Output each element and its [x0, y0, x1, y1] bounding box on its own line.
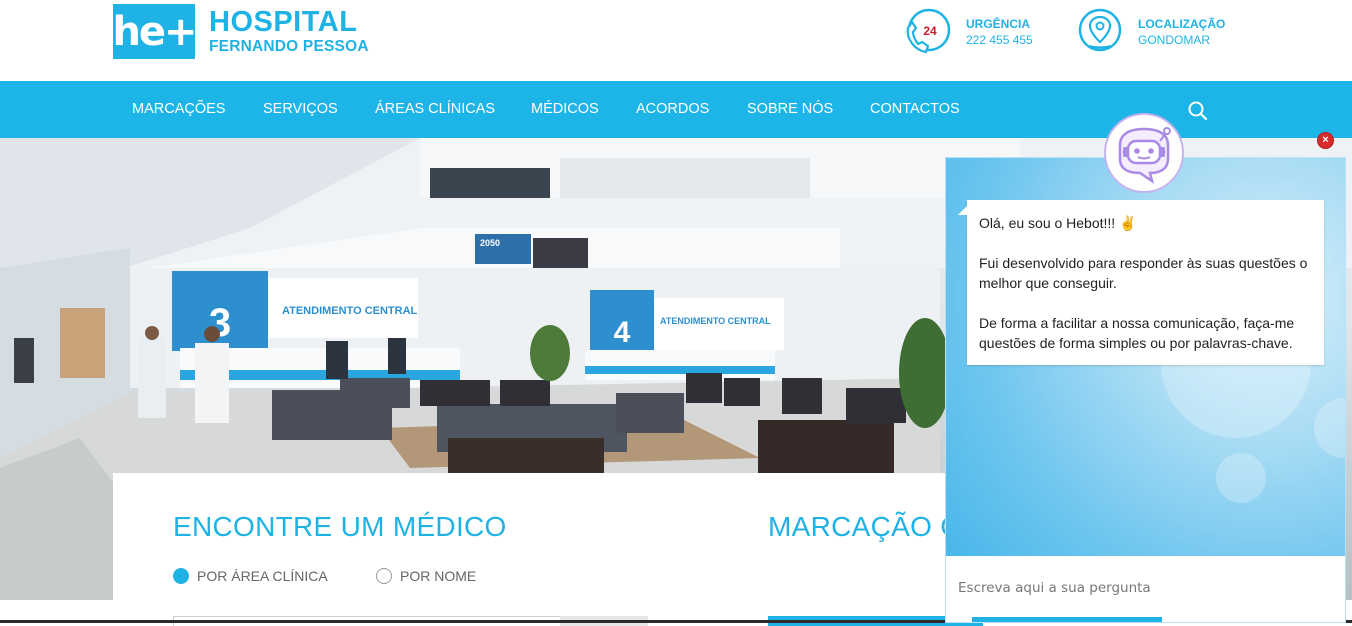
chat-background: Olá, eu sou o Hebot!!! ✌ Fui desenvolvid…: [946, 158, 1345, 556]
hospital-logo[interactable]: he+ HOSPITAL FERNANDO PESSOA: [112, 4, 369, 59]
chat-bg-bokeh: [1314, 398, 1345, 458]
nav-item-areas-clinicas[interactable]: ÁREAS CLÍNICAS: [375, 81, 495, 138]
logo-text: HOSPITAL FERNANDO PESSOA: [209, 8, 369, 55]
robot-chat-icon[interactable]: [1104, 113, 1184, 193]
map-pin-icon: [1076, 8, 1124, 56]
radio-by-name[interactable]: POR NOME: [376, 568, 476, 584]
chat-message-bubble: Olá, eu sou o Hebot!!! ✌ Fui desenvolvid…: [958, 200, 1324, 365]
site-header: he+ HOSPITAL FERNANDO PESSOA 24 URGÊNCIA…: [0, 0, 1352, 81]
radio-dot-unselected: [376, 568, 392, 584]
phone-24-icon: 24: [904, 8, 952, 56]
radio-by-clinical-area[interactable]: POR ÁREA CLÍNICA: [173, 568, 328, 584]
nav-item-servicos[interactable]: SERVIÇOS: [263, 81, 338, 138]
urgency-badge: 24: [923, 24, 937, 38]
radio-label-name: POR NOME: [400, 568, 477, 584]
chat-input-accent: [972, 617, 1162, 622]
nav-item-contactos[interactable]: CONTACTOS: [870, 81, 960, 138]
chat-question-input[interactable]: [958, 576, 1328, 600]
radio-label-clinical-area: POR ÁREA CLÍNICA: [197, 568, 328, 584]
chatbot-window: Olá, eu sou o Hebot!!! ✌ Fui desenvolvid…: [945, 157, 1346, 623]
search-icon[interactable]: [1187, 100, 1209, 122]
chat-message-purpose: Fui desenvolvido para responder às suas …: [979, 255, 1308, 291]
logo-name-line1: HOSPITAL: [209, 6, 358, 39]
appointment-title: MARCAÇÃO C: [768, 511, 961, 542]
sign-text-4: ATENDIMENTO CENTRAL: [660, 316, 771, 326]
doctor-finder-card: ENCONTRE UM MÉDICO MARCAÇÃO C POR ÁREA C…: [113, 473, 983, 626]
location-title: LOCALIZAÇÃO: [1138, 17, 1226, 31]
sign-number-4: 4: [614, 316, 631, 349]
screen-text: 2050: [480, 238, 500, 248]
logo-mark: he+: [112, 4, 198, 59]
nav-item-sobre-nos[interactable]: SOBRE NÓS: [747, 81, 833, 138]
logo-name-line2: FERNANDO PESSOA: [209, 38, 369, 56]
location-contact[interactable]: LOCALIZAÇÃO GONDOMAR: [1076, 8, 1225, 56]
urgency-text: URGÊNCIA 222 455 455: [966, 16, 1033, 48]
chat-bg-bokeh: [1216, 453, 1266, 503]
nav-item-medicos[interactable]: MÉDICOS: [531, 81, 599, 138]
urgency-phone: 222 455 455: [966, 33, 1033, 47]
chat-close-button[interactable]: ×: [1318, 133, 1333, 148]
nav-item-acordos[interactable]: ACORDOS: [636, 81, 709, 138]
chat-message-greeting: Olá, eu sou o Hebot!!! ✌: [979, 215, 1137, 231]
urgency-title: URGÊNCIA: [966, 17, 1031, 31]
chat-message-tip: De forma a facilitar a nossa comunicação…: [979, 315, 1295, 351]
urgency-contact[interactable]: 24 URGÊNCIA 222 455 455: [904, 8, 1033, 56]
sign-text-3: ATENDIMENTO CENTRAL: [282, 305, 418, 317]
location-text: LOCALIZAÇÃO GONDOMAR: [1138, 16, 1225, 48]
nav-item-marcacoes[interactable]: MARCAÇÕES: [132, 81, 225, 138]
radio-dot-selected: [173, 568, 189, 584]
location-value: GONDOMAR: [1138, 33, 1210, 47]
chat-input-area: [946, 556, 1345, 622]
finder-title: ENCONTRE UM MÉDICO: [173, 511, 507, 542]
